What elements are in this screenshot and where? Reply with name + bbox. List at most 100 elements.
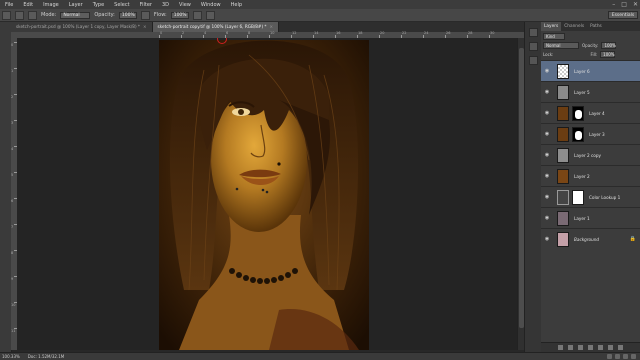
fill-field[interactable]: 100%	[600, 51, 616, 58]
layer-row[interactable]: ◉ Layer 6	[541, 60, 640, 81]
visibility-eye-icon[interactable]: ◉	[543, 68, 551, 74]
tab-paths[interactable]: Paths	[587, 22, 605, 31]
kind-filter-dropdown[interactable]: Kind	[543, 33, 565, 40]
layer-name[interactable]: Layer 6	[574, 69, 590, 74]
history-icon[interactable]	[529, 28, 538, 37]
layer-row[interactable]: ◉ Layer 4	[541, 102, 640, 123]
visibility-eye-icon[interactable]: ◉	[543, 236, 551, 242]
layer-thumbnail[interactable]	[557, 210, 569, 226]
blend-mode-dropdown[interactable]: Normal	[543, 42, 579, 49]
menu-layer[interactable]: Layer	[64, 2, 88, 8]
layer-mask-thumbnail[interactable]	[572, 126, 584, 142]
layer-name[interactable]: Layer 4	[589, 111, 605, 116]
layer-thumbnail[interactable]	[557, 189, 569, 205]
new-layer-icon[interactable]	[608, 345, 613, 350]
properties-icon[interactable]	[529, 42, 538, 51]
layer-thumbnail[interactable]	[557, 231, 569, 247]
layer-opacity-field[interactable]: 100%	[601, 42, 617, 49]
visibility-eye-icon[interactable]: ◉	[543, 215, 551, 221]
menu-filter[interactable]: Filter	[135, 2, 157, 8]
tray-icon[interactable]	[631, 354, 636, 359]
tab-sketch-portrait-copy-tif[interactable]: sketch-portrait copy.tif @ 100% (Layer 6…	[152, 22, 280, 32]
layer-thumbnail[interactable]	[557, 126, 569, 142]
visibility-eye-icon[interactable]: ◉	[543, 173, 551, 179]
maximize-button[interactable]: □	[621, 0, 627, 9]
delete-layer-icon[interactable]	[618, 345, 623, 350]
tray-icon[interactable]	[615, 354, 620, 359]
menu-3d[interactable]: 3D	[157, 2, 174, 8]
canvas-area[interactable]	[17, 38, 524, 350]
brush-panel-toggle-icon[interactable]	[28, 10, 37, 20]
tray-icon[interactable]	[607, 354, 612, 359]
visibility-eye-icon[interactable]: ◉	[543, 110, 551, 116]
window-controls: – □ ✕	[612, 0, 638, 9]
tab-sketch-portrait-psd[interactable]: sketch-portrait.psd @ 100% (Layer 1 copy…	[11, 22, 153, 32]
layer-thumbnail[interactable]	[557, 84, 569, 100]
layer-mask-thumbnail[interactable]	[572, 105, 584, 121]
visibility-eye-icon[interactable]: ◉	[543, 131, 551, 137]
close-button[interactable]: ✕	[633, 0, 638, 9]
layer-name[interactable]: Layer 2	[574, 174, 590, 179]
layer-name[interactable]: Layer 1	[574, 216, 590, 221]
ruler-label: 4	[204, 31, 207, 35]
brush-tool-preset-icon[interactable]	[2, 10, 11, 20]
menu-edit[interactable]: Edit	[18, 2, 38, 8]
adjustment-layer-icon[interactable]	[588, 345, 593, 350]
layer-row[interactable]: ◉ Layer 3	[541, 123, 640, 144]
layer-row[interactable]: ◉ Layer 2	[541, 165, 640, 186]
layer-name[interactable]: Color Lookup 1	[589, 195, 620, 200]
pressure-size-icon[interactable]	[205, 10, 215, 20]
menu-select[interactable]: Select	[109, 2, 134, 8]
add-mask-icon[interactable]	[578, 345, 583, 350]
link-layers-icon[interactable]	[558, 345, 563, 350]
airbrush-icon[interactable]	[192, 10, 202, 20]
close-tab-icon[interactable]: ×	[270, 24, 274, 29]
tray-icon[interactable]	[623, 354, 628, 359]
mode-dropdown[interactable]: Normal	[60, 11, 91, 19]
panel-tabs: Layers Channels Paths	[541, 22, 640, 31]
minimize-button[interactable]: –	[612, 0, 615, 9]
close-tab-icon[interactable]: ×	[143, 24, 147, 29]
flow-field[interactable]: 100%	[170, 11, 189, 19]
layer-row[interactable]: ◉ Layer 5	[541, 81, 640, 102]
new-group-icon[interactable]	[598, 345, 603, 350]
menu-view[interactable]: View	[174, 2, 196, 8]
layer-name[interactable]: Layer 2 copy	[574, 153, 601, 158]
ruler-label: 8	[11, 251, 14, 255]
visibility-eye-icon[interactable]: ◉	[543, 152, 551, 158]
workspace-switcher[interactable]: Essentials	[608, 11, 638, 19]
fx-icon[interactable]	[568, 345, 573, 350]
blend-row: Normal Opacity: 100%	[543, 42, 617, 49]
info-icon[interactable]	[529, 56, 538, 65]
menu-image[interactable]: Image	[38, 2, 64, 8]
layer-row[interactable]: ◉ Background 🔒	[541, 228, 640, 249]
menu-file[interactable]: File	[0, 2, 18, 8]
menu-type[interactable]: Type	[88, 2, 109, 8]
layer-row[interactable]: ◉ Layer 2 copy	[541, 144, 640, 165]
layer-thumbnail[interactable]	[557, 63, 569, 79]
pressure-opacity-icon[interactable]	[140, 10, 150, 20]
layer-row[interactable]: ◉ Color Lookup 1	[541, 186, 640, 207]
tab-layers[interactable]: Layers	[541, 22, 562, 31]
menu-window[interactable]: Window	[196, 2, 226, 8]
layer-thumbnail[interactable]	[557, 168, 569, 184]
zoom-level[interactable]: 100.33%	[2, 354, 20, 359]
layer-mask-thumbnail[interactable]	[572, 189, 584, 205]
ruler-label: 0	[11, 43, 14, 47]
status-bar: 100.33% Doc: 1.52M/32.1M	[0, 352, 640, 360]
layer-name[interactable]: Background	[574, 237, 599, 242]
layer-thumbnail[interactable]	[557, 147, 569, 163]
tab-channels[interactable]: Channels	[561, 22, 587, 31]
flow-label: Flow:	[153, 12, 167, 18]
layer-row[interactable]: ◉ Layer 1	[541, 207, 640, 228]
layer-name[interactable]: Layer 3	[589, 132, 605, 137]
menu-help[interactable]: Help	[226, 2, 247, 8]
portrait-artwork[interactable]	[159, 40, 369, 350]
opacity-field[interactable]: 100%	[118, 11, 137, 19]
layer-name[interactable]: Layer 5	[574, 90, 590, 95]
layer-thumbnail[interactable]	[557, 105, 569, 121]
panel-footer	[541, 342, 640, 352]
visibility-eye-icon[interactable]: ◉	[543, 194, 551, 200]
brush-size-icon[interactable]	[15, 10, 24, 20]
visibility-eye-icon[interactable]: ◉	[543, 89, 551, 95]
